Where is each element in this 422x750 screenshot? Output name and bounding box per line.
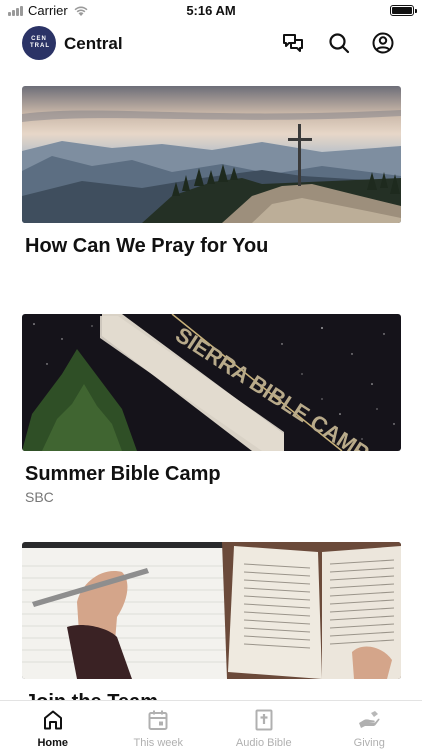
card-subtitle: SBC [25,489,54,505]
tab-giving[interactable]: Giving [317,701,422,750]
feed-card-prayer[interactable]: How Can We Pray for You [22,86,401,258]
church-logo[interactable]: CEN TRAL [22,26,56,60]
search-icon[interactable] [327,31,351,55]
tab-label: Home [37,737,69,749]
tab-home[interactable]: Home [0,701,106,750]
card-image-camp-sign: SIERRA BIBLE CAMP [22,314,401,451]
card-title: How Can We Pray for You [25,235,269,257]
bible-icon [255,709,273,731]
battery-icon [390,5,417,16]
chat-icon[interactable] [281,31,305,55]
card-title: Summer Bible Camp [25,463,221,485]
card-image-bible-notebook [22,542,401,679]
profile-icon[interactable] [371,31,395,55]
tab-audio-bible[interactable]: Audio Bible [211,701,317,750]
status-time: 5:16 AM [186,3,236,18]
card-title: Join the Team [22,691,401,700]
tab-label: Giving [353,737,385,749]
calendar-icon [148,710,168,730]
tab-this-week[interactable]: This week [106,701,212,750]
logo-text: CEN TRAL [30,36,50,49]
feed-card-camp[interactable]: SIERRA BIBLE CAMP Summer Bible Camp SBC [22,314,401,505]
content-feed[interactable]: How Can We Pray for You SIERRA BIBLE CAM… [0,86,422,700]
app-title: Central [64,34,123,53]
tab-label: Audio Bible [235,737,292,749]
app-header: CEN TRAL Central [0,26,422,62]
tab-label: This week [133,737,184,749]
feed-card-team[interactable]: Join the Team [22,542,401,700]
home-icon [43,710,62,730]
tab-bar: Home This week Audio Bible Giving [0,700,422,750]
status-bar: Carrier 5:16 AM [0,0,422,22]
giving-hand-icon [359,711,380,728]
card-image-mountain-cross [22,86,401,223]
